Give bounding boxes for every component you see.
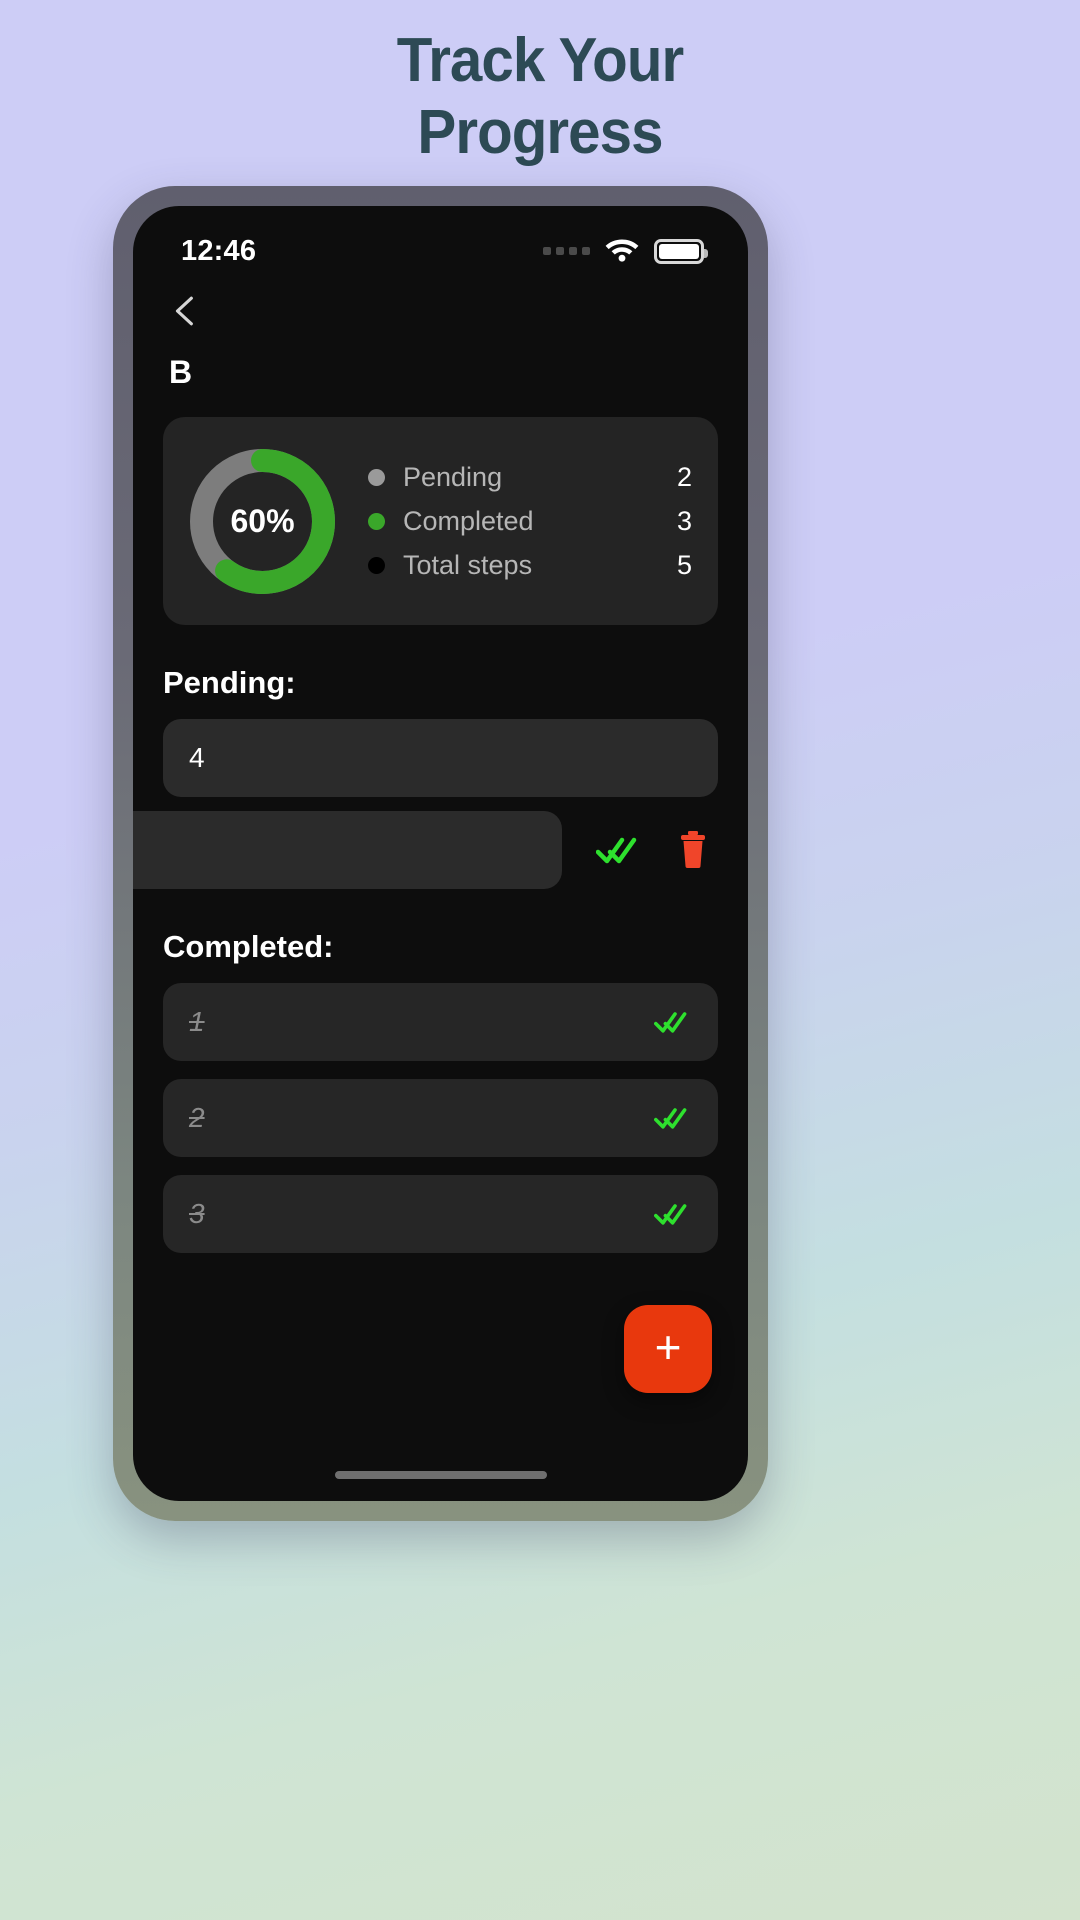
double-check-icon[interactable]	[650, 1193, 692, 1235]
legend-label-pending: Pending	[403, 461, 503, 492]
pending-task-text: 4	[189, 742, 205, 773]
headline-line-1: Track Your	[396, 26, 684, 95]
completed-task-row[interactable]: 2	[163, 1079, 718, 1157]
pending-task-pill[interactable]	[133, 811, 562, 889]
completed-task-text: 1	[189, 1006, 205, 1037]
app-content: B 60% Pending 2 Completed 3 Total steps …	[133, 280, 748, 1501]
headline-line-2: Progress	[417, 98, 663, 167]
phone-mockup-frame: 12:46 B 60% Pending 2 Completed 3 Total …	[113, 186, 768, 1521]
plus-icon: +	[654, 1321, 682, 1373]
page-headline: Track Your Progress	[32, 30, 1047, 164]
pending-task-row[interactable]: 4	[163, 719, 718, 797]
pending-task-row[interactable]	[133, 811, 718, 889]
legend-row-pending: Pending 2	[368, 462, 692, 493]
legend-value-total-steps: 5	[676, 549, 692, 580]
back-button[interactable]	[133, 280, 748, 328]
double-check-icon[interactable]	[650, 1097, 692, 1139]
stats-legend: Pending 2 Completed 3 Total steps 5	[368, 462, 692, 581]
legend-row-completed: Completed 3	[368, 506, 692, 537]
home-indicator	[334, 1471, 547, 1479]
page-title: B	[169, 354, 193, 390]
completed-task-row[interactable]: 3	[163, 1175, 718, 1253]
legend-row-total-steps: Total steps 5	[368, 550, 692, 581]
legend-dot-pending-icon	[368, 468, 385, 486]
double-check-icon[interactable]	[650, 1001, 692, 1043]
pending-task-pill[interactable]: 4	[163, 719, 718, 797]
status-bar: 12:46	[133, 206, 748, 280]
legend-label-completed: Completed	[403, 505, 534, 536]
double-check-icon[interactable]	[596, 829, 638, 871]
wifi-icon	[604, 235, 640, 267]
status-bar-indicators	[543, 235, 708, 267]
add-task-fab[interactable]: +	[624, 1305, 712, 1393]
legend-value-pending: 2	[676, 461, 692, 492]
progress-ring: 60%	[185, 444, 340, 599]
completed-task-row[interactable]: 1	[163, 983, 718, 1061]
progress-stats-card: 60% Pending 2 Completed 3 Total steps 5	[163, 417, 718, 625]
pending-task-actions	[562, 829, 718, 871]
hero-banner: Track Your Progress	[0, 0, 1080, 164]
status-bar-time: 12:46	[181, 234, 257, 267]
legend-dot-completed-icon	[368, 512, 385, 530]
chevron-left-icon	[175, 296, 193, 326]
completed-section-heading: Completed:	[163, 929, 334, 964]
progress-percent-label: 60%	[230, 502, 295, 539]
signal-dots-icon	[543, 247, 590, 255]
legend-value-completed: 3	[676, 505, 692, 536]
battery-full-icon	[654, 238, 708, 264]
trash-icon[interactable]	[672, 829, 714, 871]
legend-label-total-steps: Total steps	[403, 549, 533, 580]
legend-dot-total-icon	[368, 556, 385, 574]
phone-screen: 12:46 B 60% Pending 2 Completed 3 Total …	[133, 206, 748, 1501]
completed-task-text: 3	[189, 1198, 205, 1229]
completed-task-text: 2	[189, 1102, 205, 1133]
pending-section-heading: Pending:	[163, 665, 296, 700]
